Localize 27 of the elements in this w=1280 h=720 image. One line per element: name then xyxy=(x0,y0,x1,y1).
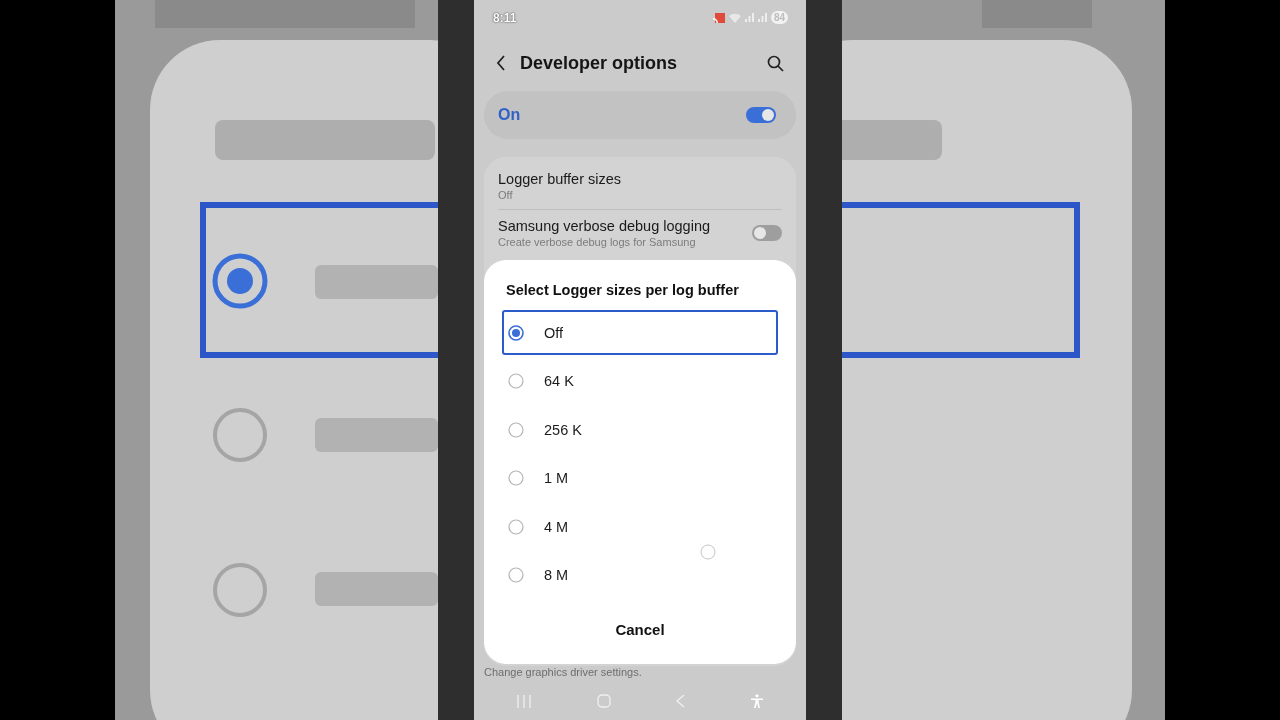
wifi-icon xyxy=(728,12,741,23)
signal-icon xyxy=(757,13,767,22)
dialog-title: Select Logger sizes per log buffer xyxy=(506,282,740,298)
setting-title[interactable]: Samsung verbose debug logging xyxy=(498,218,710,234)
accessibility-icon[interactable] xyxy=(751,694,764,708)
signal-icon xyxy=(744,13,754,22)
radio-option[interactable]: 8 M xyxy=(502,552,778,598)
setting-summary: Off xyxy=(498,189,514,201)
radio-option[interactable]: 4 M xyxy=(502,504,778,549)
setting-summary: Change graphics driver settings. xyxy=(483,666,643,680)
home-icon[interactable] xyxy=(596,694,611,708)
radio-option[interactable]: Off xyxy=(502,310,778,355)
search-icon[interactable] xyxy=(767,54,784,72)
setting-summary: Create verbose debug logs for Samsung xyxy=(498,236,697,248)
cancel-button[interactable]: Cancel xyxy=(605,617,675,642)
toggle-switch[interactable] xyxy=(752,225,782,241)
setting-title[interactable]: Logger buffer sizes xyxy=(498,171,622,187)
radio-option[interactable]: 1 M xyxy=(502,455,778,501)
radio-option[interactable]: 64 K xyxy=(502,358,778,404)
radio-option[interactable]: 256 K xyxy=(502,407,778,452)
recents-icon[interactable] xyxy=(516,694,531,708)
cast-icon xyxy=(712,12,725,23)
touch-indicator-icon xyxy=(700,544,716,560)
toggle-switch[interactable] xyxy=(746,107,776,123)
switch-label: On xyxy=(498,106,521,124)
page-title: Developer options xyxy=(520,52,678,74)
back-icon[interactable] xyxy=(496,55,506,71)
